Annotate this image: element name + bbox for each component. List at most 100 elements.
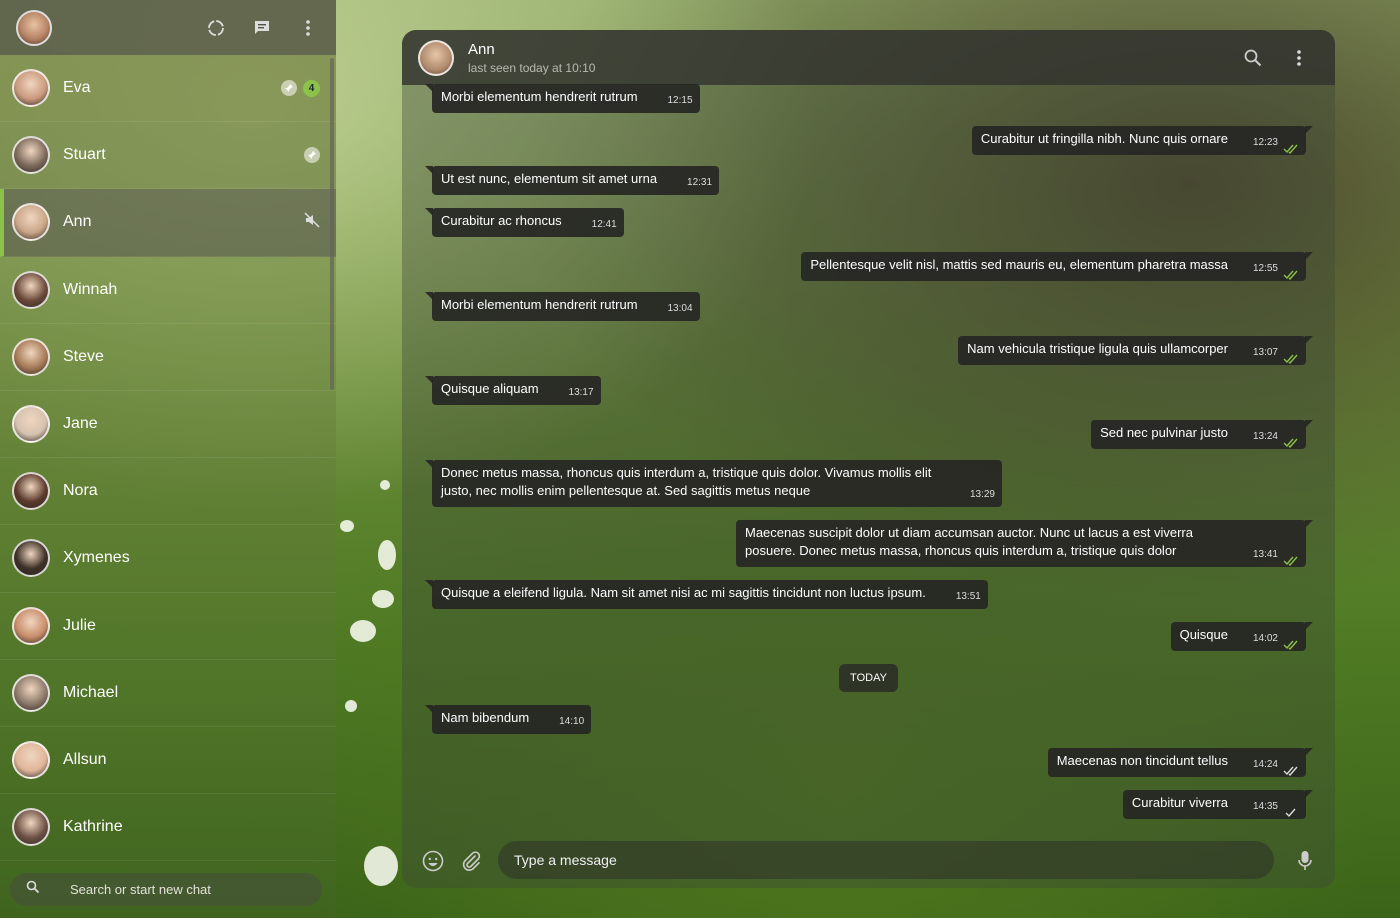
outgoing-message[interactable]: Maecenas non tincidunt tellus 14:24 [1047, 748, 1314, 777]
message-time: 14:24 [1252, 759, 1278, 770]
double-check-icon [1283, 351, 1299, 365]
message-text: Maecenas suscipit dolor ut diam accumsan… [745, 525, 1193, 558]
my-avatar[interactable] [16, 9, 52, 46]
outgoing-message[interactable]: Pellentesque velit nisl, mattis sed maur… [801, 252, 1313, 281]
message-time: 13:29 [969, 489, 995, 500]
double-check-icon [1283, 637, 1299, 651]
incoming-message[interactable]: Nam bibendum 14:10 [424, 705, 592, 734]
composer [402, 839, 1335, 883]
double-check-icon [1283, 435, 1299, 449]
message-time: 14:10 [559, 716, 585, 727]
chat-name: Stuart [63, 146, 106, 164]
message-text: Quisque aliquam [441, 381, 539, 396]
avatar [12, 337, 50, 376]
chat-item-ann[interactable]: Ann [0, 189, 336, 257]
chat-name: Allsun [63, 750, 107, 768]
new-chat-icon[interactable] [252, 18, 272, 38]
message-input[interactable] [498, 841, 1274, 879]
chat-item-julie[interactable]: Julie [0, 593, 336, 660]
message-text: Maecenas non tincidunt tellus [1056, 753, 1228, 768]
message-text: Donec metus massa, rhoncus quis interdum… [441, 465, 932, 498]
status-icon[interactable] [206, 18, 226, 38]
search-bar[interactable] [10, 873, 322, 906]
incoming-message[interactable]: Quisque aliquam 13:17 [425, 376, 601, 405]
incoming-message[interactable]: Quisque a eleifend ligula. Nam sit amet … [425, 580, 988, 609]
incoming-message[interactable]: Ut est nunc, elementum sit amet urna 12:3… [424, 166, 720, 195]
sidebar-header [0, 0, 336, 55]
chat-item-xymenes[interactable]: Xymenes [0, 525, 336, 593]
chat-item-winnah[interactable]: Winnah [0, 257, 336, 324]
message-text: Curabitur ut fringilla nibh. Nunc quis o… [980, 131, 1228, 146]
outgoing-message[interactable]: Quisque 14:02 [1170, 622, 1314, 651]
avatar [12, 740, 50, 779]
contact-name: Ann [468, 40, 495, 58]
chat-header-actions [1243, 30, 1309, 85]
avatar [12, 606, 50, 645]
avatar [12, 673, 50, 712]
avatar [12, 539, 50, 578]
incoming-message[interactable]: Curabitur ac rhoncus 12:41 [425, 208, 624, 237]
avatar [12, 405, 50, 444]
message-text: Nam bibendum [441, 710, 530, 725]
sidebar: Eva 4 Stuart Ann Winnah Steve Jane Nora Xymenes J… [0, 0, 336, 918]
incoming-message[interactable]: Donec metus massa, rhoncus quis interdum… [425, 460, 1002, 507]
double-check-icon [1283, 141, 1299, 155]
chat-item-eva[interactable]: Eva 4 [0, 55, 336, 123]
message-text: Morbi elementum hendrerit rutrum [441, 89, 638, 104]
emoji-icon[interactable] [421, 849, 445, 873]
message-text: Quisque [1179, 627, 1228, 642]
outgoing-message[interactable]: Sed nec pulvinar justo 13:24 [1091, 420, 1313, 449]
chat-item-jane[interactable]: Jane [0, 391, 336, 459]
chat-meta [304, 122, 320, 188]
message-time: 12:55 [1252, 263, 1278, 274]
chat-item-nora[interactable]: Nora [0, 458, 336, 526]
incoming-message[interactable]: Morbi elementum hendrerit rutrum 12:15 [425, 84, 700, 113]
menu-icon[interactable] [1289, 48, 1309, 68]
chat-list-scrollbar[interactable] [330, 58, 334, 390]
message-text: Quisque a eleifend ligula. Nam sit amet … [441, 585, 926, 600]
attach-icon[interactable] [459, 849, 483, 873]
pin-icon [281, 80, 297, 97]
chat-name: Julie [63, 616, 96, 634]
message-time: 13:51 [955, 591, 981, 602]
search-input[interactable] [70, 882, 310, 897]
muted-icon [304, 212, 320, 233]
last-seen-status: last seen today at 10:10 [468, 60, 596, 75]
contact-avatar[interactable] [418, 39, 454, 76]
double-check-icon [1283, 267, 1299, 281]
avatar [12, 69, 50, 108]
chat-item-steve[interactable]: Steve [0, 324, 336, 391]
chat-item-allsun[interactable]: Allsun [0, 727, 336, 795]
menu-icon[interactable] [298, 18, 318, 38]
avatar [12, 808, 50, 847]
chat-item-stuart[interactable]: Stuart [0, 122, 336, 190]
chat-item-michael[interactable]: Michael [0, 660, 336, 727]
avatar [12, 472, 50, 511]
chat-name: Kathrine [63, 818, 123, 836]
single-check-icon [1283, 805, 1299, 818]
avatar [12, 270, 50, 309]
chat-name: Jane [63, 415, 98, 433]
message-time: 13:41 [1252, 549, 1278, 560]
chat-name: Xymenes [63, 549, 130, 567]
outgoing-message[interactable]: Nam vehicula tristique ligula quis ullam… [958, 336, 1313, 365]
chat-name: Michael [63, 683, 119, 701]
incoming-message[interactable]: Morbi elementum hendrerit rutrum 13:04 [425, 292, 700, 321]
chat-item-kathrine[interactable]: Kathrine [0, 794, 336, 861]
chat-name: Eva [63, 79, 91, 97]
outgoing-message[interactable]: Curabitur viverra 14:35 [1122, 790, 1314, 819]
outgoing-message[interactable]: Maecenas suscipit dolor ut diam accumsan… [736, 520, 1313, 567]
message-text: Pellentesque velit nisl, mattis sed maur… [810, 257, 1228, 272]
search-icon[interactable] [1243, 48, 1263, 68]
chat-list: Eva 4 Stuart Ann Winnah Steve Jane Nora Xymenes J… [0, 55, 336, 861]
message-time: 14:35 [1252, 801, 1278, 812]
message-text: Ut est nunc, elementum sit amet urna [441, 171, 658, 186]
message-time: 13:17 [568, 387, 594, 398]
chat-meta [304, 189, 320, 255]
microphone-icon[interactable] [1293, 849, 1317, 873]
chat-header[interactable]: Ann last seen today at 10:10 [402, 30, 1335, 85]
message-time: 13:04 [667, 303, 693, 314]
message-text: Nam vehicula tristique ligula quis ullam… [967, 341, 1228, 356]
chat-meta: 4 [281, 55, 320, 121]
outgoing-message[interactable]: Curabitur ut fringilla nibh. Nunc quis o… [971, 126, 1314, 155]
